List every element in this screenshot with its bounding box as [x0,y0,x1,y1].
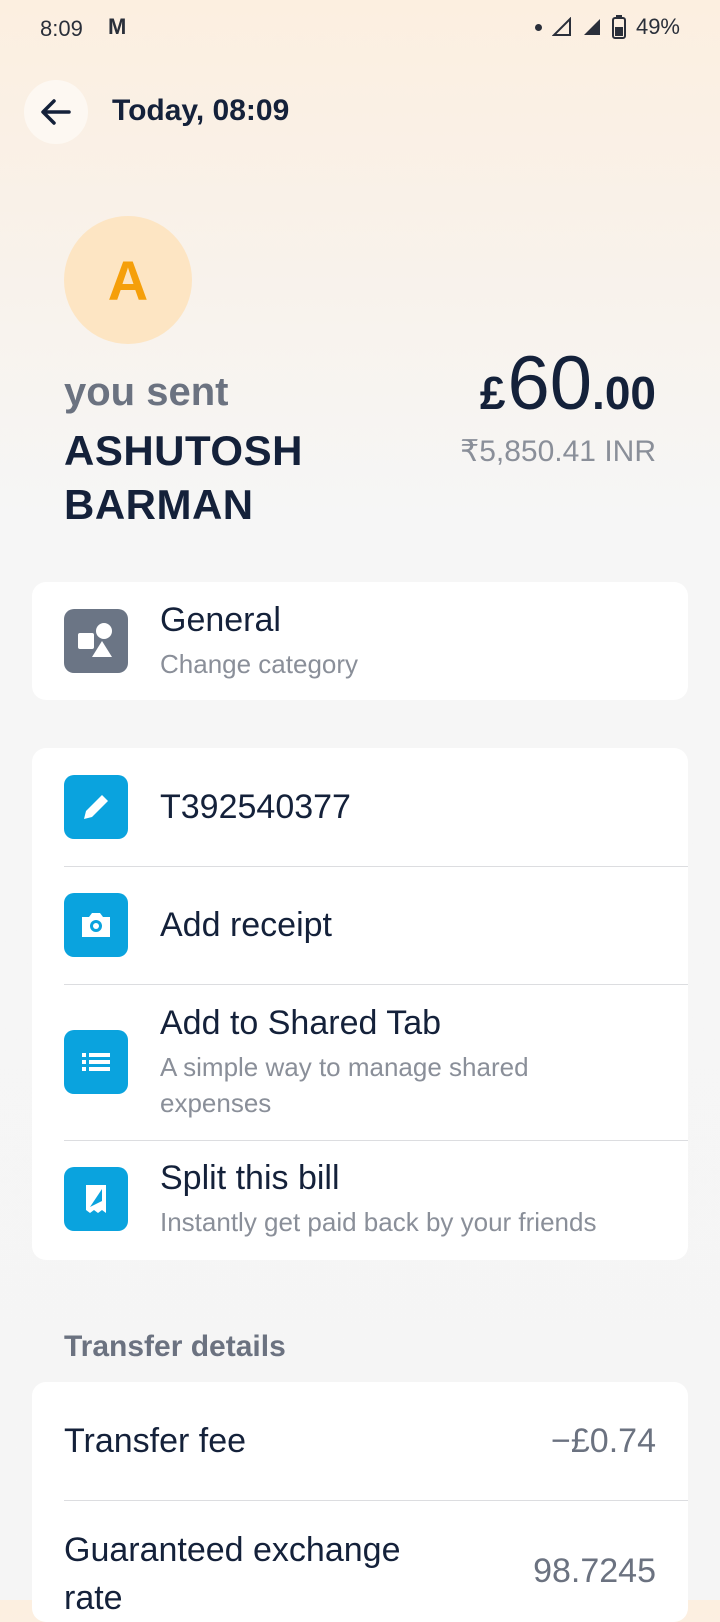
reference-title: T392540377 [160,787,351,826]
you-sent-label: you sent [64,370,229,414]
shared-tab-subtitle: A simple way to manage shared expenses [160,1051,529,1118]
amount: £ 60 .00 [480,340,656,427]
transfer-fee-row: Transfer fee −£0.74 [32,1382,688,1500]
exchange-rate-label: Guaranteed exchange rate [64,1531,401,1617]
status-bar: 8:09 M 49% [0,0,720,58]
add-receipt-title: Add receipt [160,905,332,944]
avatar: A [64,216,192,344]
actions-card: T392540377 Add receipt Add to Shared Tab… [32,748,688,1260]
pencil-icon [64,775,128,839]
battery-icon [611,15,626,39]
shared-tab-row[interactable]: Add to Shared Tab A simple way to manage… [32,984,688,1140]
category-row[interactable]: General Change category [32,582,688,700]
status-icons: 49% [534,14,680,40]
status-time: 8:09 [40,16,83,41]
back-button[interactable] [24,80,88,144]
add-receipt-row[interactable]: Add receipt [32,866,688,984]
amount-main: 60 [507,341,593,426]
list-icon [64,1030,128,1094]
transfer-details-heading: Transfer details [64,1330,286,1363]
signal-icon [583,19,600,35]
reference-row[interactable]: T392540377 [32,748,688,866]
split-bill-subtitle: Instantly get paid back by your friends [160,1206,597,1237]
recipient-name: ASHUTOSH BARMAN [64,427,303,528]
transfer-fee-value: −£0.74 [551,1421,656,1460]
avatar-initial: A [107,248,149,312]
exchange-rate-row: Guaranteed exchange rate 98.7245 [32,1500,688,1622]
exchange-rate-value: 98.7245 [533,1552,656,1590]
transfer-fee-label: Transfer fee [64,1421,247,1460]
battery-percent: 49% [635,14,680,39]
category-subtitle: Change category [160,648,359,679]
transfer-details-card: Transfer fee −£0.74 Guaranteed exchange … [32,1382,688,1622]
category-card[interactable]: General Change category [32,582,688,700]
receipt-icon [64,1167,128,1231]
notification-dot-icon [534,23,542,31]
amount-currency: £ [479,367,506,419]
camera-icon [64,893,128,957]
gmail-icon: M [108,14,127,39]
amount-converted: ₹5,850.41 INR [460,435,656,468]
signal-outline-icon [551,17,571,36]
arrow-left-icon [41,99,71,125]
shared-tab-title: Add to Shared Tab [160,1003,442,1042]
page-title: Today, 08:09 [112,94,290,127]
amount-decimal: .00 [592,367,656,419]
category-shapes-icon [64,609,128,673]
split-bill-row[interactable]: Split this bill Instantly get paid back … [32,1140,688,1258]
category-title: General [160,600,281,639]
split-bill-title: Split this bill [160,1158,340,1197]
